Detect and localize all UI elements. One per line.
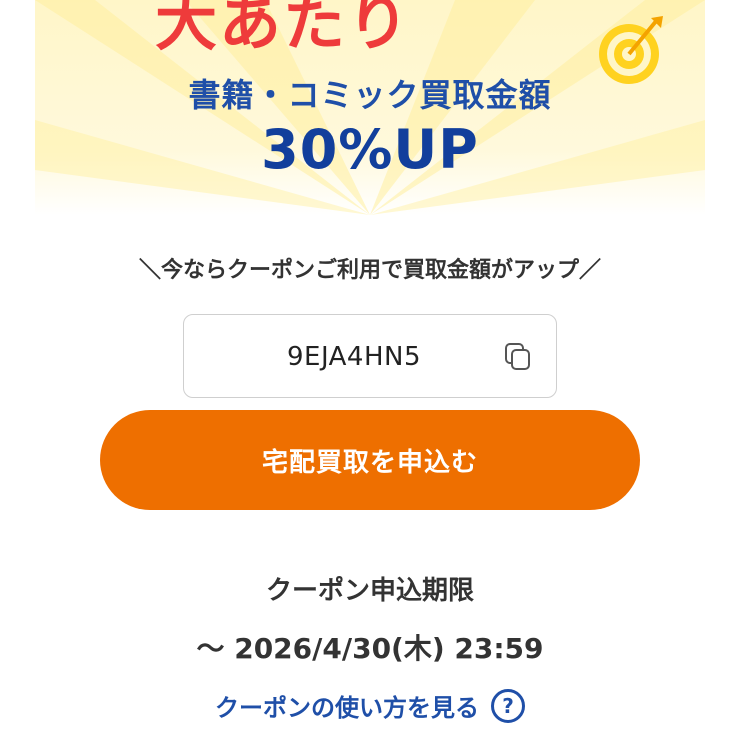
how-to-use-coupon-link[interactable]: クーポンの使い方を見る ?: [0, 688, 740, 723]
question-circle-icon[interactable]: ?: [491, 688, 525, 723]
banner-subtitle: 書籍・コミック買取金額: [188, 76, 552, 114]
coupon-page: 大あたり 書籍・コミック買取金額 30%UP ＼今ならクーポンご利用で買取金額が…: [0, 0, 740, 740]
help-link-label[interactable]: クーポンの使い方を見る: [215, 688, 479, 723]
promo-banner: 大あたり 書籍・コミック買取金額 30%UP: [35, 0, 705, 215]
apply-home-purchase-button[interactable]: 宅配買取を申込む: [100, 410, 640, 510]
banner-headline: 大あたり: [155, 0, 412, 59]
copy-icon[interactable]: [502, 341, 534, 373]
coupon-code[interactable]: 9EJA4HN5: [184, 315, 524, 399]
deadline-label: クーポン申込期限: [265, 576, 474, 606]
coupon-code-field[interactable]: 9EJA4HN5: [183, 314, 557, 398]
deadline-value: ～ 2026/4/30(木) 23:59: [196, 632, 544, 665]
coupon-tagline: ＼今ならクーポンご利用で買取金額がアップ／: [138, 258, 601, 283]
banner-percent-up: 30%UP: [261, 118, 479, 181]
